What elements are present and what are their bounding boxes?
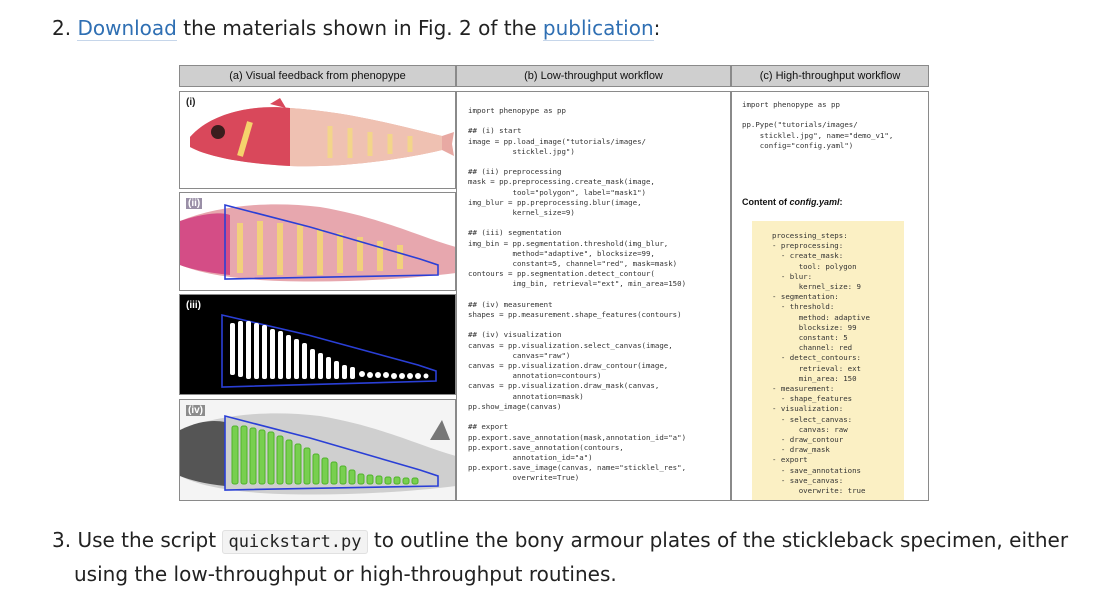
column-header-a: (a) Visual feedback from phenopype [179,65,456,87]
fish-image-mask: (ii) [179,192,456,291]
step-3-before: Use the script [77,528,217,552]
publication-link[interactable]: publication [542,16,654,41]
column-header-b: (b) Low-throughput workflow [456,65,731,87]
high-throughput-panel: import phenopype as pp pp.Pype("tutorial… [731,91,929,501]
config-title-file: config.yaml [789,197,840,207]
config-yaml-box: processing_steps: - preprocessing: - cre… [752,221,904,500]
fish-image-raw: (i) [179,91,456,189]
column-header-c: (c) High-throughput workflow [731,65,929,87]
config-title-suffix: : [839,197,843,207]
step-number: 3. [52,528,72,552]
step-number: 2. [52,16,72,40]
config-title-prefix: Content of [742,197,790,207]
fish-contour-illustration [180,413,455,495]
config-title: Content of config.yaml: [742,197,843,207]
fish-mask-illustration [180,203,455,282]
download-link[interactable]: Download [77,16,177,41]
low-throughput-code: import phenopype as pp ## (i) start imag… [468,106,687,483]
fish-raw-illustration [190,98,454,167]
figure-2-image: (a) Visual feedback from phenopype (b) L… [179,65,929,501]
fish-image-contours: (iv) [179,399,456,501]
step-2-colon: : [653,16,661,40]
step-3-line2: using the low-throughput or high-through… [74,562,617,586]
step-3-text: 3. Use the script quickstart.py to outli… [52,524,1092,590]
quickstart-script-code: quickstart.py [222,530,368,554]
row-label-iv: (iv) [186,405,205,416]
row-label-iii: (iii) [186,300,201,311]
step-3-after: to outline the bony armour plates of the… [373,528,1069,552]
fish-binary-illustration [221,313,437,388]
row-label-ii: (ii) [186,198,203,209]
fish-image-binary: (iii) [179,294,456,395]
low-throughput-code-panel: import phenopype as pp ## (i) start imag… [456,91,731,501]
step-2-body: the materials shown in Fig. 2 of the [183,16,537,40]
high-throughput-code: import phenopype as pp pp.Pype("tutorial… [742,100,894,150]
step-2-text: 2. Download the materials shown in Fig. … [52,12,660,44]
row-label-i: (i) [186,97,196,108]
config-yaml: processing_steps: - preprocessing: - cre… [772,231,870,496]
